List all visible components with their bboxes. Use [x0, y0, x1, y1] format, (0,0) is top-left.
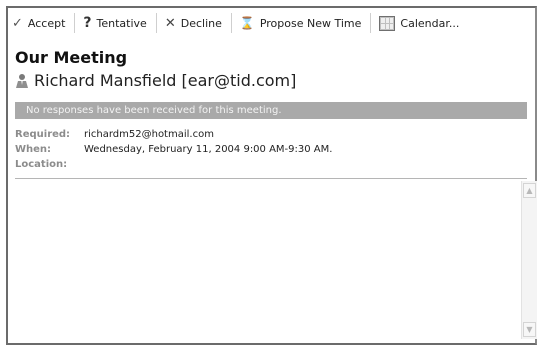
organizer-name[interactable]: Richard Mansfield [ear@tid.com] [34, 71, 296, 90]
toolbar-separator [74, 13, 76, 33]
message-body[interactable] [15, 181, 512, 337]
accept-button[interactable]: ✓ Accept [8, 12, 74, 34]
decline-label: Decline [180, 16, 222, 30]
tentative-button[interactable]: ? Tentative [79, 12, 155, 34]
calendar-button[interactable]: Calendar... [375, 12, 468, 34]
header-divider [15, 178, 527, 179]
location-row: Location: [15, 157, 332, 172]
organizer-line: Richard Mansfield [ear@tid.com] [15, 71, 296, 90]
when-label: When: [15, 144, 52, 155]
decline-button[interactable]: ✕ Decline [161, 12, 231, 34]
meeting-response-toolbar: ✓ Accept ? Tentative ✕ Decline ⌛ Propose… [8, 8, 544, 38]
clock-icon: ⌛ [239, 16, 255, 30]
check-icon: ✓ [12, 15, 23, 31]
person-icon [15, 73, 29, 88]
meeting-details: Required: richardm52@hotmail.com When: W… [15, 127, 332, 172]
propose-label: Propose New Time [259, 16, 362, 30]
when-row: When: Wednesday, February 11, 2004 9:00 … [15, 142, 332, 157]
propose-new-time-button[interactable]: ⌛ Propose New Time [236, 12, 371, 34]
location-label: Location: [15, 159, 68, 170]
calendar-icon [379, 15, 396, 31]
toolbar-separator [155, 13, 157, 33]
tentative-label: Tentative [96, 16, 147, 30]
scroll-down-icon[interactable]: ▼ [523, 322, 536, 337]
meeting-subject: Our Meeting [15, 48, 128, 67]
toolbar-separator [230, 13, 232, 33]
vertical-scrollbar[interactable]: ▲ ▼ [521, 181, 537, 339]
scroll-up-icon[interactable]: ▲ [523, 183, 536, 198]
required-row: Required: richardm52@hotmail.com [15, 127, 332, 142]
required-label: Required: [15, 129, 71, 140]
when-value: Wednesday, February 11, 2004 9:00 AM-9:3… [84, 144, 333, 155]
toolbar-separator [370, 13, 372, 33]
accept-label: Accept [27, 16, 66, 30]
calendar-label: Calendar... [400, 16, 460, 30]
x-icon: ✕ [164, 15, 176, 31]
question-icon: ? [83, 15, 92, 31]
response-info-bar: No responses have been received for this… [15, 102, 527, 119]
required-value[interactable]: richardm52@hotmail.com [84, 127, 214, 142]
